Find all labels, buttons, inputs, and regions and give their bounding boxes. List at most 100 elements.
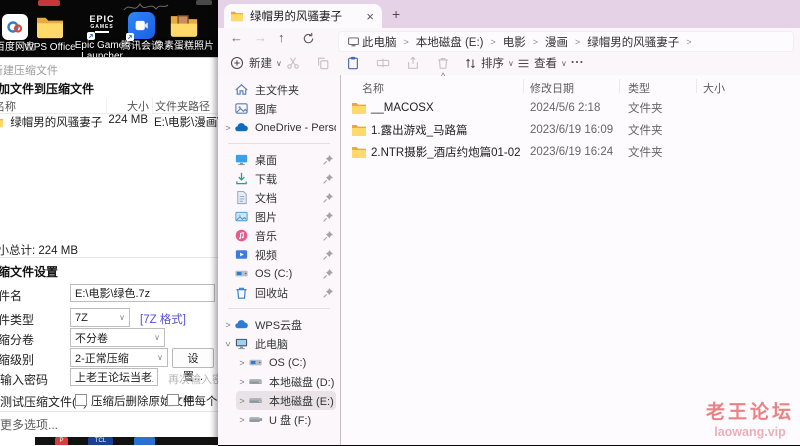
forward-icon[interactable]: → xyxy=(254,30,267,45)
chevron-icon[interactable]: > xyxy=(222,320,234,330)
column-header-modified[interactable]: 修改日期 xyxy=(530,80,574,96)
rename-icon[interactable] xyxy=(376,56,390,70)
each-file-checkbox[interactable]: 把每个文件/ xyxy=(167,393,218,409)
breadcrumb-chevron-icon: > xyxy=(533,37,538,47)
split-dropdown[interactable]: 不分卷∨ xyxy=(70,328,165,347)
taskbar[interactable]: P TCL xyxy=(35,437,218,445)
sidebar-item[interactable]: 桌面 xyxy=(222,150,336,169)
breadcrumb[interactable]: 此电脑>本地磁盘 (E:)>电影>漫画>绿帽男的风骚妻子> xyxy=(338,31,794,52)
view-button[interactable]: 查看∨ xyxy=(517,55,567,71)
breadcrumb-segment[interactable]: 本地磁盘 (E:) xyxy=(416,34,484,50)
sidebar-item[interactable]: >OneDrive - Personal xyxy=(222,118,336,137)
column-header-path[interactable]: 文件夹路径 xyxy=(152,98,218,114)
sidebar-item[interactable]: >此电脑 xyxy=(222,334,336,353)
breadcrumb-segment[interactable]: 绿帽男的风骚妻子 xyxy=(587,34,679,50)
back-icon[interactable]: ← xyxy=(230,30,243,45)
filetype-dropdown[interactable]: 7Z∨ xyxy=(70,308,130,327)
sidebar-item[interactable]: 文档 xyxy=(222,188,336,207)
archive-file-row[interactable]: 绿帽男的风骚妻子 xyxy=(0,114,102,130)
total-size-label: 大小总计: 224 MB xyxy=(0,242,78,258)
sidebar-item[interactable]: 视频 xyxy=(222,245,336,264)
recycle-bin-icon xyxy=(234,285,249,300)
partial-icon-stub xyxy=(196,0,212,5)
file-list-pane: ^ 名称 修改日期 类型 大小 __MACOSX2024/5/6 2:18文件夹… xyxy=(341,75,800,445)
sidebar-item[interactable]: OS (C:) xyxy=(222,264,336,283)
pin-icon xyxy=(322,192,334,204)
cut-icon[interactable] xyxy=(286,56,300,70)
sidebar-item-label: 音乐 xyxy=(255,228,322,244)
view-button-label: 查看 xyxy=(534,55,557,71)
file-row[interactable]: 1.露出游戏_马路篇2023/6/19 16:09文件夹 xyxy=(341,119,794,141)
sidebar-item-label: 文档 xyxy=(255,190,322,206)
breadcrumb-segment[interactable]: 漫画 xyxy=(545,34,568,50)
sidebar-item[interactable]: >OS (C:) xyxy=(236,353,336,372)
desktop-icon-wps-office[interactable]: WPS Office xyxy=(22,14,78,53)
sidebar-item[interactable]: 回收站 xyxy=(222,283,336,302)
each-file-label: 把每个文件/ xyxy=(183,396,218,408)
breadcrumb-segment[interactable]: 电影 xyxy=(503,34,526,50)
new-button[interactable]: 新建∨ xyxy=(230,55,282,71)
chevron-down-icon: ∨ xyxy=(157,353,163,362)
more-options-link[interactable]: 更多选项... xyxy=(0,416,58,433)
taskbar-icon-stub[interactable]: TCL xyxy=(88,437,113,445)
chevron-down-icon: ∨ xyxy=(276,59,282,68)
chevron-icon[interactable]: > xyxy=(236,377,248,387)
chevron-icon[interactable]: > xyxy=(236,358,248,368)
copy-icon[interactable] xyxy=(316,56,330,70)
breadcrumb-segment[interactable]: 此电脑 xyxy=(362,34,397,50)
level-settings-button[interactable]: 设置... xyxy=(172,348,214,368)
sidebar-item[interactable]: 下载 xyxy=(222,169,336,188)
column-divider[interactable] xyxy=(523,79,524,93)
password-confirm-placeholder[interactable]: 再次输入密码 xyxy=(168,371,218,387)
filename-label: 文件名 xyxy=(0,287,22,304)
shortcut-arrow-icon xyxy=(87,32,95,40)
explorer-tab[interactable]: 绿帽男的风骚妻子 × xyxy=(224,4,382,28)
column-header-size[interactable]: 大小 xyxy=(703,80,725,96)
sidebar-item[interactable]: >WPS云盘 xyxy=(222,315,336,334)
column-header-type[interactable]: 类型 xyxy=(628,80,650,96)
tab-close-icon[interactable]: × xyxy=(364,9,376,24)
sidebar-item-label: 下载 xyxy=(255,171,322,187)
folder-icon xyxy=(0,116,4,128)
column-divider[interactable] xyxy=(696,79,697,93)
desktop-wallpaper: 百度网盘 WPS Office EPIC GAMES Epic Games La… xyxy=(0,0,218,57)
up-icon[interactable]: ↑ xyxy=(278,30,285,45)
sidebar-item[interactable]: >U 盘 (F:) xyxy=(236,410,336,429)
column-header-size[interactable]: 大小 xyxy=(106,98,149,114)
level-dropdown[interactable]: 2-正常压缩∨ xyxy=(70,348,168,367)
filename-input[interactable] xyxy=(70,284,215,302)
sidebar-item[interactable]: >本地磁盘 (E:) xyxy=(236,391,336,410)
documents-icon xyxy=(234,190,249,205)
share-icon[interactable] xyxy=(406,56,420,70)
sidebar-item[interactable]: >本地磁盘 (D:) xyxy=(236,372,336,391)
chevron-icon[interactable]: > xyxy=(222,123,234,133)
sidebar-item[interactable]: 主文件夹 xyxy=(222,80,336,99)
sidebar-item[interactable]: 音乐 xyxy=(222,226,336,245)
taskbar-icon-stub[interactable] xyxy=(134,437,155,445)
more-options-icon[interactable] xyxy=(570,58,584,66)
chevron-icon[interactable]: > xyxy=(236,396,248,406)
chevron-icon[interactable]: > xyxy=(223,338,233,350)
checkbox-icon xyxy=(167,394,179,406)
format-settings-link[interactable]: [7Z 格式] xyxy=(140,311,186,327)
tab-strip: 绿帽男的风骚妻子 × + xyxy=(218,0,800,28)
new-tab-button[interactable]: + xyxy=(392,6,400,22)
desktop-icon-pixel-cake-photos[interactable]: 像素蛋糕照片 xyxy=(152,12,216,52)
file-row[interactable]: 2.NTR摄影_酒店约炮篇01-022023/6/19 16:24文件夹 xyxy=(341,141,794,163)
column-header-name[interactable]: 名称 xyxy=(362,80,384,96)
chevron-icon[interactable]: > xyxy=(236,415,248,425)
file-row[interactable]: __MACOSX2024/5/6 2:18文件夹 xyxy=(341,97,794,119)
paste-icon[interactable] xyxy=(346,56,360,70)
taskbar-icon-stub[interactable]: P xyxy=(55,437,68,445)
refresh-icon[interactable] xyxy=(302,32,315,48)
delete-icon[interactable] xyxy=(436,56,450,70)
sort-button[interactable]: 排序∨ xyxy=(464,55,514,71)
column-divider[interactable] xyxy=(619,79,620,93)
sidebar-item[interactable]: 图片 xyxy=(222,207,336,226)
password-input[interactable] xyxy=(70,368,158,386)
chevron-down-icon: ∨ xyxy=(119,313,125,322)
sidebar-item[interactable]: 图库 xyxy=(222,99,336,118)
downloads-icon xyxy=(234,171,249,186)
desktop-icon-label: 像素蛋糕照片 xyxy=(154,41,214,52)
file-list-header: ^ 名称 修改日期 类型 大小 xyxy=(341,77,800,95)
